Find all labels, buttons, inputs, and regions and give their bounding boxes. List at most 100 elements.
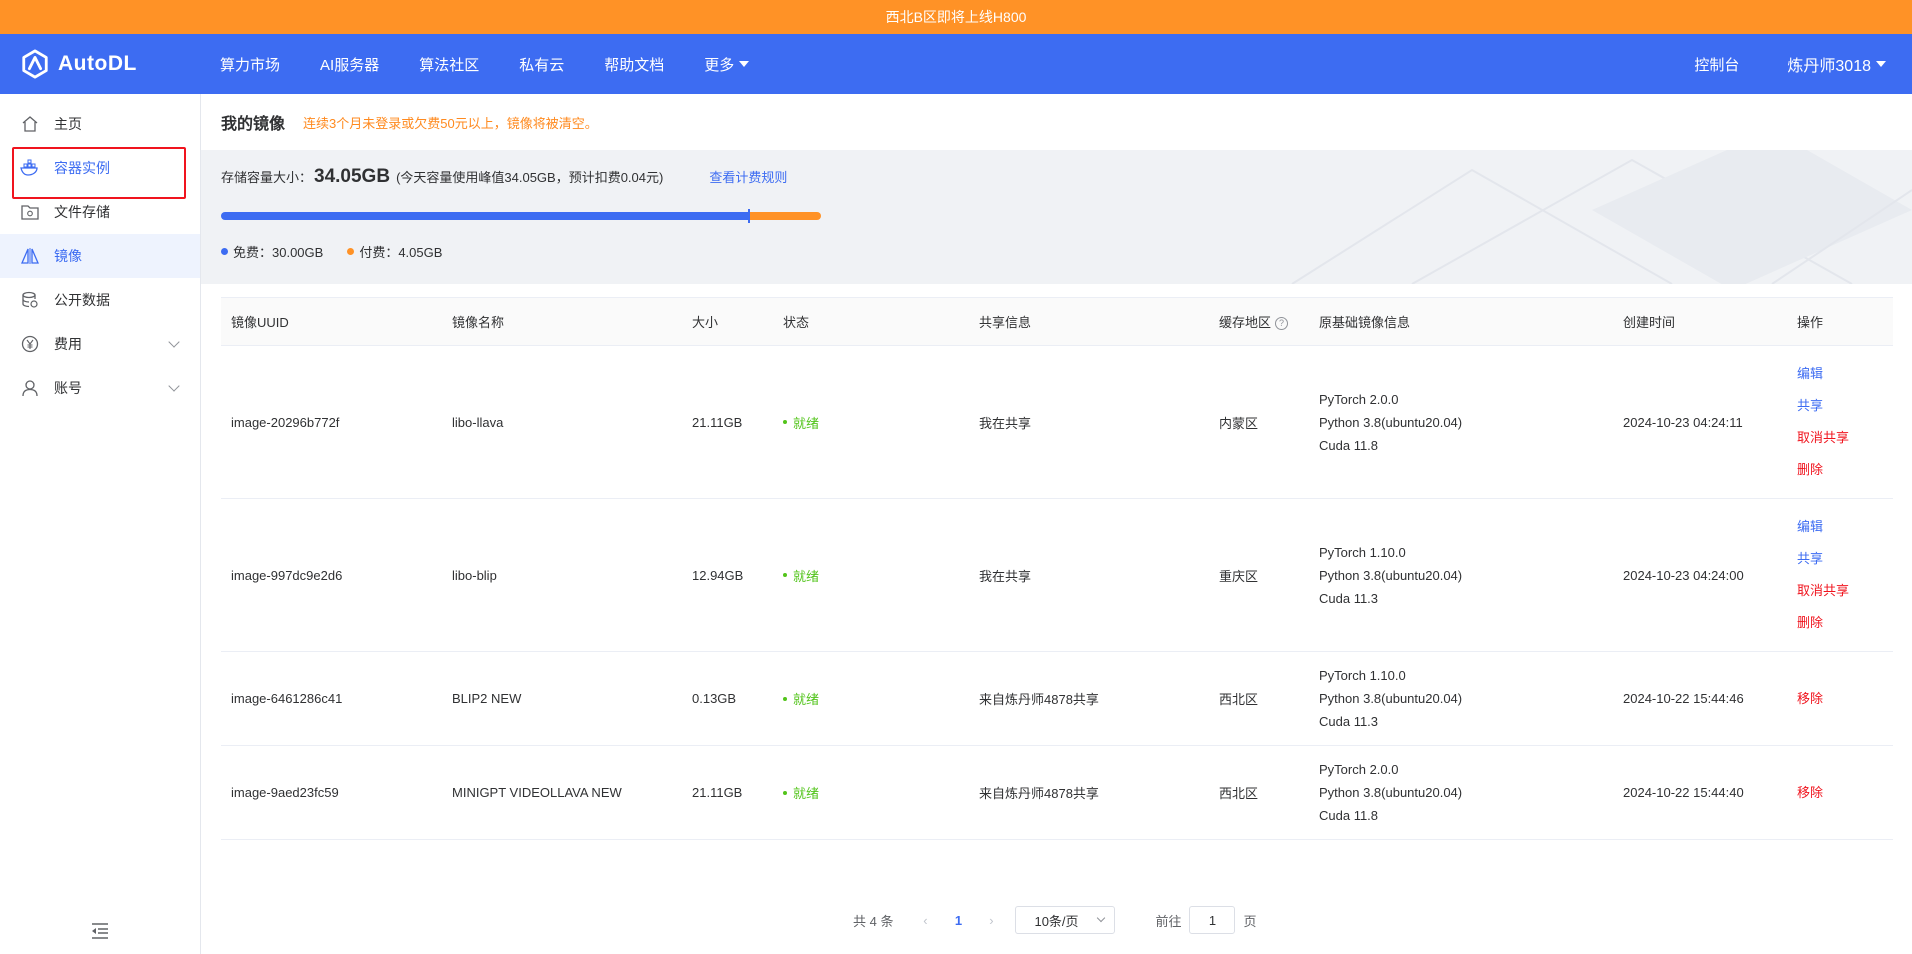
chevron-left-icon[interactable]: ‹: [911, 913, 939, 928]
home-icon: [20, 114, 40, 134]
user-menu[interactable]: 炼丹师3018: [1787, 52, 1886, 76]
header-name: 镜像名称: [442, 297, 682, 346]
delete-button[interactable]: 删除: [1797, 454, 1893, 486]
user-icon: [20, 378, 40, 398]
header-size: 大小: [682, 297, 773, 346]
unshare-button[interactable]: 取消共享: [1797, 422, 1893, 454]
status-dot: [783, 696, 787, 701]
page-size-value: 10条/页: [1034, 913, 1079, 929]
share-button[interactable]: 共享: [1797, 390, 1893, 422]
cell-size: 21.11GB: [682, 745, 773, 840]
folder-icon: [20, 202, 40, 222]
cell-region: 西北区: [1209, 745, 1309, 840]
sidebar-item-label: 账号: [54, 380, 82, 396]
nav-item-more-label: 更多: [704, 56, 735, 74]
page-size-select[interactable]: 10条/页: [1015, 906, 1116, 934]
question-icon[interactable]: ?: [1275, 317, 1289, 331]
status-text: 就绪: [793, 415, 820, 431]
base-cuda: Cuda 11.3: [1319, 714, 1379, 729]
table-row: image-9aed23fc59 MINIGPT VIDEOLLAVA NEW …: [221, 745, 1893, 840]
autodl-logo-icon: [22, 49, 48, 79]
cell-region: 西北区: [1209, 651, 1309, 746]
storage-detail: (今天容量使用峰值34.05GB，预计扣费0.04元): [396, 170, 664, 185]
legend-paid-label: 付费：4.05GB: [359, 245, 443, 260]
sidebar-item-home[interactable]: 主页: [0, 102, 200, 146]
cell-uuid: image-20296b772f: [221, 345, 442, 499]
storage-label: 存储容量大小：: [221, 170, 313, 185]
cell-name: libo-llava: [442, 345, 682, 499]
announcement-bar: 西北B区即将上线H800: [0, 0, 1912, 34]
yuan-icon: [20, 334, 40, 354]
nav-item-help-docs[interactable]: 帮助文档: [604, 54, 664, 75]
chevron-down-icon: [168, 336, 180, 348]
nav-item-more[interactable]: 更多: [704, 54, 750, 75]
cell-share: 我在共享: [969, 498, 1209, 652]
delete-button[interactable]: 删除: [1797, 607, 1893, 639]
cell-created: 2024-10-23 04:24:00: [1613, 498, 1787, 652]
storage-bar-free: [221, 212, 748, 220]
cell-status: 就绪: [773, 498, 969, 652]
unshare-button[interactable]: 取消共享: [1797, 575, 1893, 607]
sidebar-item-file-storage[interactable]: 文件存储: [0, 190, 200, 234]
legend-dot-paid: [347, 248, 355, 255]
base-pytorch: PyTorch 2.0.0: [1319, 762, 1399, 777]
sidebar-item-image[interactable]: 镜像: [0, 234, 200, 278]
base-pytorch: PyTorch 1.10.0: [1319, 544, 1406, 560]
status-text: 就绪: [793, 692, 820, 707]
caret-down-icon: [1876, 61, 1886, 67]
chevron-right-icon[interactable]: ›: [977, 913, 1005, 928]
remove-button[interactable]: 移除: [1797, 683, 1893, 715]
status-text: 就绪: [793, 568, 820, 584]
brand-name: AutoDL: [58, 52, 137, 75]
nav-item-private-cloud[interactable]: 私有云: [519, 54, 564, 75]
sidebar-item-label: 主页: [54, 116, 82, 132]
console-link[interactable]: 控制台: [1694, 54, 1739, 75]
cell-uuid: image-6461286c41: [221, 651, 442, 746]
status-dot: [783, 573, 787, 577]
cell-status: 就绪: [773, 745, 969, 840]
pagination: 共 4 条 ‹ 1 › 10条/页 前往 页: [853, 906, 1257, 934]
brand-logo[interactable]: AutoDL: [0, 49, 200, 79]
page-title: 我的镜像: [221, 116, 286, 133]
nav-right: 控制台 炼丹师3018: [1694, 52, 1912, 76]
storage-legend: 免费：30.00GB 付费：4.05GB: [221, 242, 1912, 261]
header-ops: 操作: [1787, 297, 1893, 346]
cell-ops: 移除: [1787, 745, 1893, 840]
cell-name: BLIP2 NEW: [442, 651, 682, 746]
base-python: Python 3.8(ubuntu20.04): [1319, 785, 1463, 800]
cell-size: 21.11GB: [682, 345, 773, 499]
collapse-menu-icon[interactable]: [90, 922, 110, 940]
nav-item-compute-market[interactable]: 算力市场: [220, 54, 280, 75]
cell-uuid: image-997dc9e2d6: [221, 498, 442, 652]
caret-down-icon: [739, 61, 750, 67]
legend-free: 免费：30.00GB: [221, 242, 323, 261]
table-row: image-997dc9e2d6 libo-blip 12.94GB 就绪 我在…: [221, 498, 1893, 652]
header-share: 共享信息: [969, 297, 1209, 346]
header-base: 原基础镜像信息: [1309, 297, 1613, 346]
share-button[interactable]: 共享: [1797, 543, 1893, 575]
docker-icon: [20, 158, 40, 178]
edit-button[interactable]: 编辑: [1797, 511, 1893, 543]
pagination-page[interactable]: 1: [939, 913, 977, 928]
billing-rules-link[interactable]: 查看计费规则: [709, 167, 787, 186]
cell-base: PyTorch 1.10.0 Python 3.8(ubuntu20.04) C…: [1309, 498, 1613, 652]
base-pytorch: PyTorch 1.10.0: [1319, 668, 1406, 683]
sidebar-item-account[interactable]: 账号: [0, 366, 200, 410]
sidebar-item-billing[interactable]: 费用: [0, 322, 200, 366]
goto-page-input[interactable]: [1189, 906, 1236, 934]
mirror-icon: [20, 246, 40, 266]
remove-button[interactable]: 移除: [1797, 777, 1893, 809]
sidebar-item-public-data[interactable]: 公开数据: [0, 278, 200, 322]
edit-button[interactable]: 编辑: [1797, 358, 1893, 390]
cell-created: 2024-10-23 04:24:11: [1613, 345, 1787, 499]
cell-share: 来自炼丹师4878共享: [969, 651, 1209, 746]
sidebar-item-label: 容器实例: [54, 160, 110, 176]
nav-item-algorithm-community[interactable]: 算法社区: [419, 54, 479, 75]
base-python: Python 3.8(ubuntu20.04): [1319, 414, 1463, 430]
top-nav: AutoDL 算力市场 AI服务器 算法社区 私有云 帮助文档 更多 控制台 炼…: [0, 34, 1912, 94]
nav-item-ai-server[interactable]: AI服务器: [320, 54, 379, 75]
sidebar-item-container-instance[interactable]: 容器实例: [0, 146, 200, 199]
cell-ops: 编辑 共享 取消共享 删除: [1787, 498, 1893, 652]
page-header: 我的镜像 连续3个月未登录或欠费50元以上，镜像将被清空。: [201, 94, 1912, 150]
cell-base: PyTorch 2.0.0 Python 3.8(ubuntu20.04) Cu…: [1309, 345, 1613, 499]
